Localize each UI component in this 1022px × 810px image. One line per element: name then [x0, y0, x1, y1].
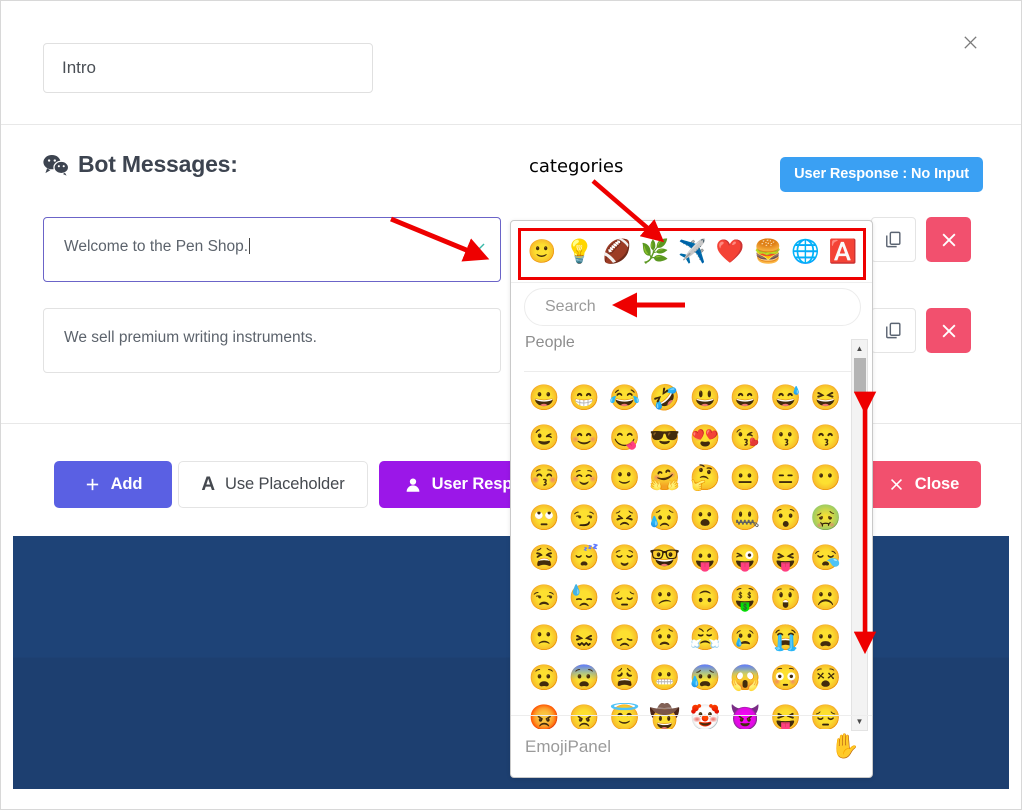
app-window: Bot Messages: User Response : No Input W… [0, 0, 1022, 810]
annotation-arrows [390, 179, 877, 655]
